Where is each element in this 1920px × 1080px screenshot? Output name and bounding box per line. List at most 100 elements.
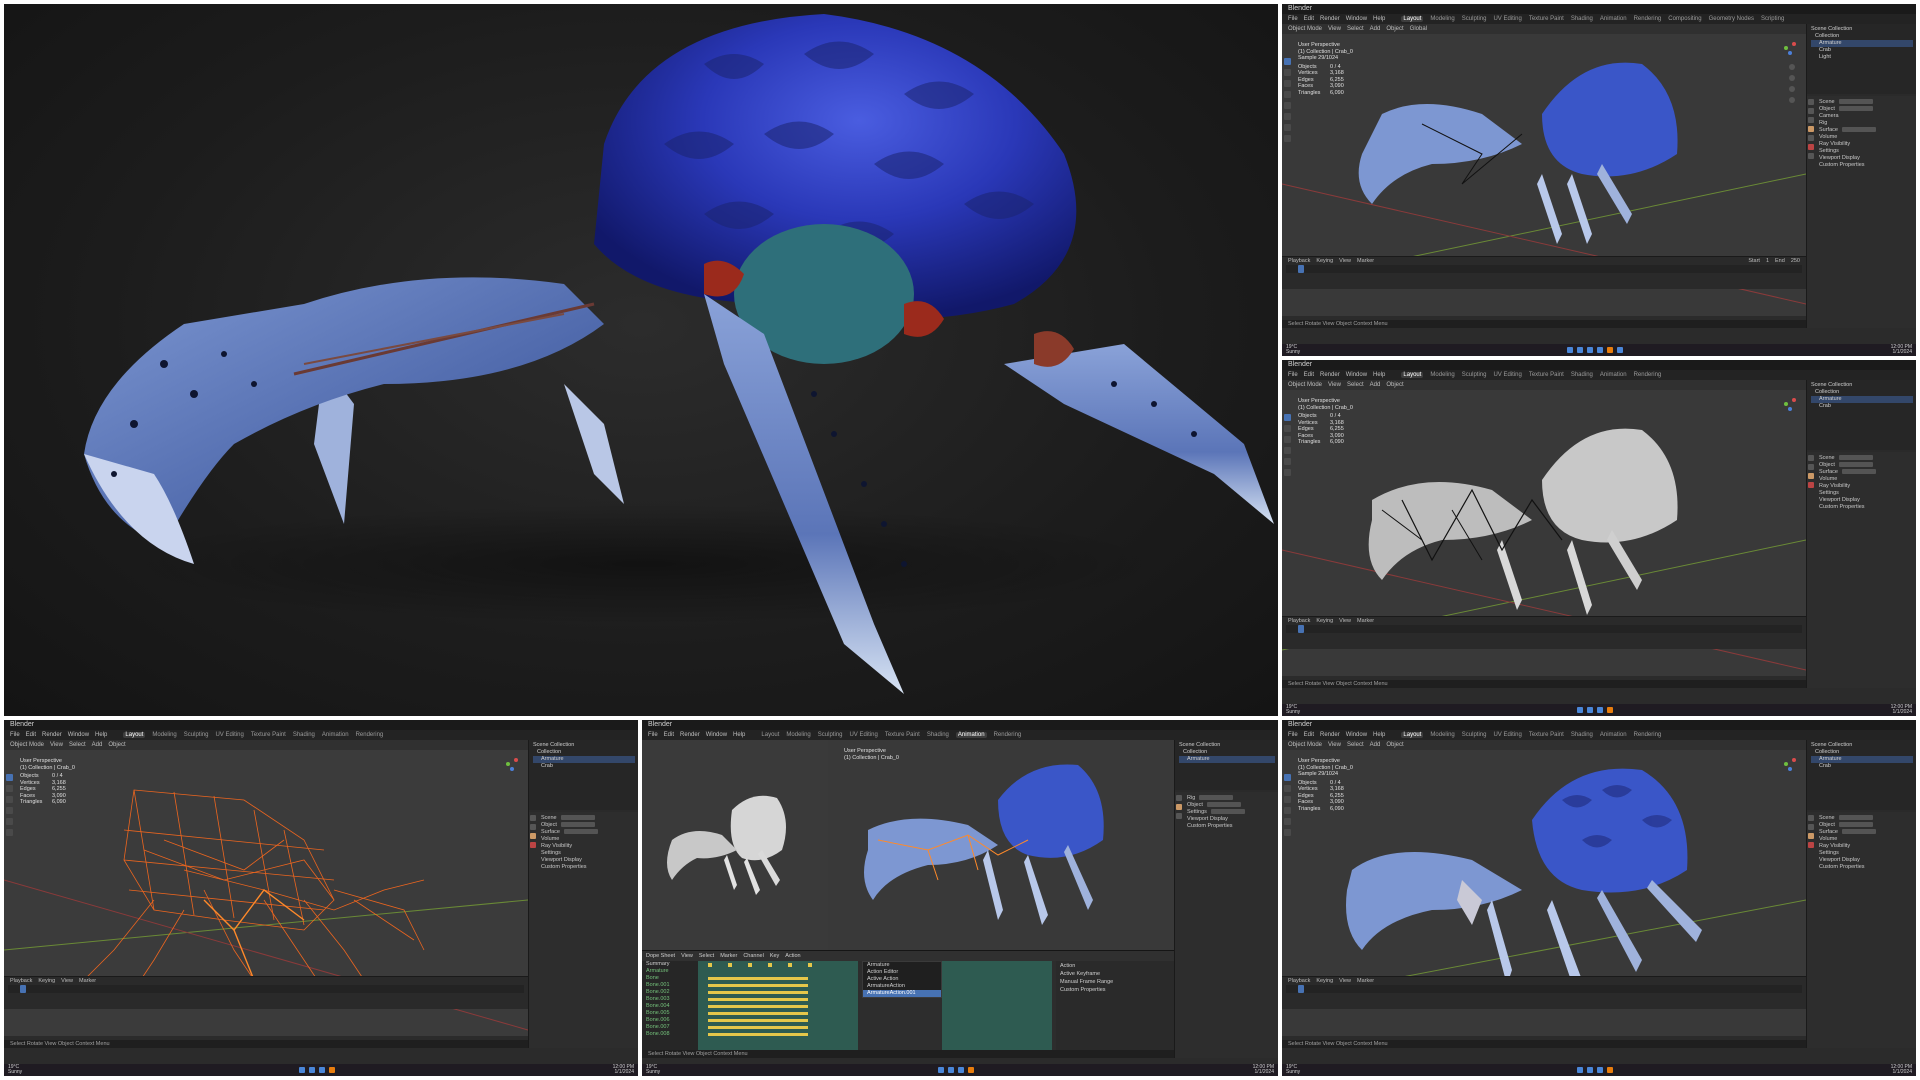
- outliner-row[interactable]: Collection: [1811, 749, 1913, 756]
- keying-menu[interactable]: Keying: [1316, 617, 1333, 625]
- editor-type-select[interactable]: Dope Sheet: [646, 951, 675, 961]
- modifier-tab-icon[interactable]: [1808, 135, 1814, 141]
- channel-row[interactable]: Armature: [642, 968, 698, 975]
- outliner-row[interactable]: Collection: [1811, 389, 1913, 396]
- tab-uv-editing[interactable]: UV Editing: [1493, 732, 1521, 738]
- action-menu-item[interactable]: ArmatureAction: [863, 983, 941, 990]
- end-frame-field[interactable]: 250: [1791, 257, 1800, 265]
- start-icon[interactable]: [1577, 707, 1584, 713]
- navigation-gizmo-icon[interactable]: [1782, 396, 1798, 412]
- tab-shading[interactable]: Shading: [293, 732, 315, 738]
- tab-modeling[interactable]: Modeling: [152, 732, 176, 738]
- zoom-icon[interactable]: [1789, 64, 1795, 70]
- clock[interactable]: 12:00 PM 1/1/2024: [1253, 1065, 1274, 1075]
- annotate-tool-icon[interactable]: [1284, 124, 1291, 131]
- tab-sculpting[interactable]: Sculpting: [1462, 16, 1487, 22]
- playback-menu[interactable]: Playback: [1288, 257, 1310, 265]
- start-icon[interactable]: [299, 1067, 306, 1073]
- channel-row[interactable]: Bone.006: [642, 1017, 698, 1024]
- tab-shading[interactable]: Shading: [1571, 372, 1593, 378]
- menu-help[interactable]: Help: [1373, 732, 1385, 738]
- menu-window[interactable]: Window: [1346, 372, 1367, 378]
- menu-file[interactable]: File: [1288, 732, 1298, 738]
- playhead[interactable]: [20, 985, 26, 993]
- tab-sculpting[interactable]: Sculpting: [184, 732, 209, 738]
- ds-marker-menu[interactable]: Marker: [720, 951, 737, 961]
- object-tab-icon[interactable]: [1176, 804, 1182, 810]
- timeline-ruler[interactable]: [8, 985, 524, 993]
- select-menu[interactable]: Select: [1347, 26, 1364, 32]
- explorer-icon[interactable]: [1587, 347, 1594, 353]
- menu-render[interactable]: Render: [42, 732, 62, 738]
- rotate-tool-icon[interactable]: [6, 807, 13, 814]
- search-icon[interactable]: [1587, 1067, 1594, 1073]
- menu-help[interactable]: Help: [95, 732, 107, 738]
- select-menu[interactable]: Select: [1347, 742, 1364, 748]
- select-menu[interactable]: Select: [69, 742, 86, 748]
- browser-icon[interactable]: [1597, 347, 1604, 353]
- object-tab-icon[interactable]: [1808, 126, 1814, 132]
- tool-tab-icon[interactable]: [1808, 455, 1814, 461]
- menu-window[interactable]: Window: [1346, 16, 1367, 22]
- transform-tool-icon[interactable]: [1284, 829, 1291, 836]
- tab-rendering[interactable]: Rendering: [1634, 16, 1662, 22]
- sidebar-row[interactable]: Custom Properties: [1060, 987, 1170, 995]
- weather-widget[interactable]: 19°C Sunny: [1286, 345, 1300, 355]
- menu-window[interactable]: Window: [1346, 732, 1367, 738]
- explorer-icon[interactable]: [319, 1067, 326, 1073]
- channel-row[interactable]: Bone.002: [642, 989, 698, 996]
- explorer-icon[interactable]: [958, 1067, 965, 1073]
- timeline-view-menu[interactable]: View: [1339, 977, 1351, 985]
- tab-uv-editing[interactable]: UV Editing: [215, 732, 243, 738]
- select-tool-icon[interactable]: [6, 774, 13, 781]
- view-menu[interactable]: View: [50, 742, 63, 748]
- perspective-toggle-icon[interactable]: [1789, 97, 1795, 103]
- tab-layout[interactable]: Layout: [1401, 372, 1424, 378]
- channel-row[interactable]: Bone.001: [642, 982, 698, 989]
- tool-tab-icon[interactable]: [530, 815, 536, 821]
- menu-help[interactable]: Help: [1373, 372, 1385, 378]
- tab-modeling[interactable]: Modeling: [786, 732, 810, 738]
- move-tool-icon[interactable]: [1284, 80, 1291, 87]
- select-tool-icon[interactable]: [1284, 414, 1291, 421]
- keying-menu[interactable]: Keying: [1316, 257, 1333, 265]
- ds-key-menu[interactable]: Key: [770, 951, 779, 961]
- tab-animation[interactable]: Animation: [1600, 16, 1627, 22]
- weather-widget[interactable]: 19°C Sunny: [8, 1065, 22, 1075]
- playhead[interactable]: [1298, 265, 1304, 273]
- add-menu[interactable]: Add: [1370, 26, 1381, 32]
- channel-row[interactable]: Summary: [642, 961, 698, 968]
- tab-texture-paint[interactable]: Texture Paint: [885, 732, 920, 738]
- material-tab-icon[interactable]: [1808, 482, 1814, 488]
- sidebar-row[interactable]: Active Keyframe: [1060, 971, 1170, 979]
- timeline-view-menu[interactable]: View: [61, 977, 73, 985]
- channel-row[interactable]: Bone.004: [642, 1003, 698, 1010]
- menu-help[interactable]: Help: [733, 732, 745, 738]
- action-menu-item[interactable]: Armature: [863, 962, 941, 969]
- weather-widget[interactable]: 19°C Sunny: [1286, 705, 1300, 715]
- outliner-row[interactable]: Armature: [1811, 396, 1913, 403]
- cursor-tool-icon[interactable]: [1284, 425, 1291, 432]
- tab-rendering[interactable]: Rendering: [356, 732, 384, 738]
- clock[interactable]: 12:00 PM 1/1/2024: [613, 1065, 634, 1075]
- outliner-row[interactable]: Scene Collection: [533, 742, 635, 749]
- outliner-row[interactable]: Armature: [1811, 756, 1913, 763]
- tab-animation[interactable]: Animation: [955, 732, 987, 738]
- object-menu[interactable]: Object: [108, 742, 125, 748]
- tab-texture-paint[interactable]: Texture Paint: [251, 732, 286, 738]
- clock[interactable]: 12:00 PM 1/1/2024: [1891, 705, 1912, 715]
- add-menu[interactable]: Add: [1370, 742, 1381, 748]
- view-menu[interactable]: View: [1328, 742, 1341, 748]
- scale-tool-icon[interactable]: [1284, 102, 1291, 109]
- blender-icon[interactable]: [1607, 347, 1614, 353]
- render-tab-icon[interactable]: [530, 824, 536, 830]
- keying-menu[interactable]: Keying: [1316, 977, 1333, 985]
- scale-tool-icon[interactable]: [1284, 818, 1291, 825]
- tab-rendering[interactable]: Rendering: [994, 732, 1022, 738]
- tab-layout[interactable]: Layout: [761, 732, 779, 738]
- outliner-row[interactable]: Scene Collection: [1179, 742, 1275, 749]
- blender-icon[interactable]: [1607, 707, 1614, 713]
- tab-layout[interactable]: Layout: [123, 732, 146, 738]
- mode-select[interactable]: Object Mode: [1288, 742, 1322, 748]
- world-tab-icon[interactable]: [1808, 153, 1814, 159]
